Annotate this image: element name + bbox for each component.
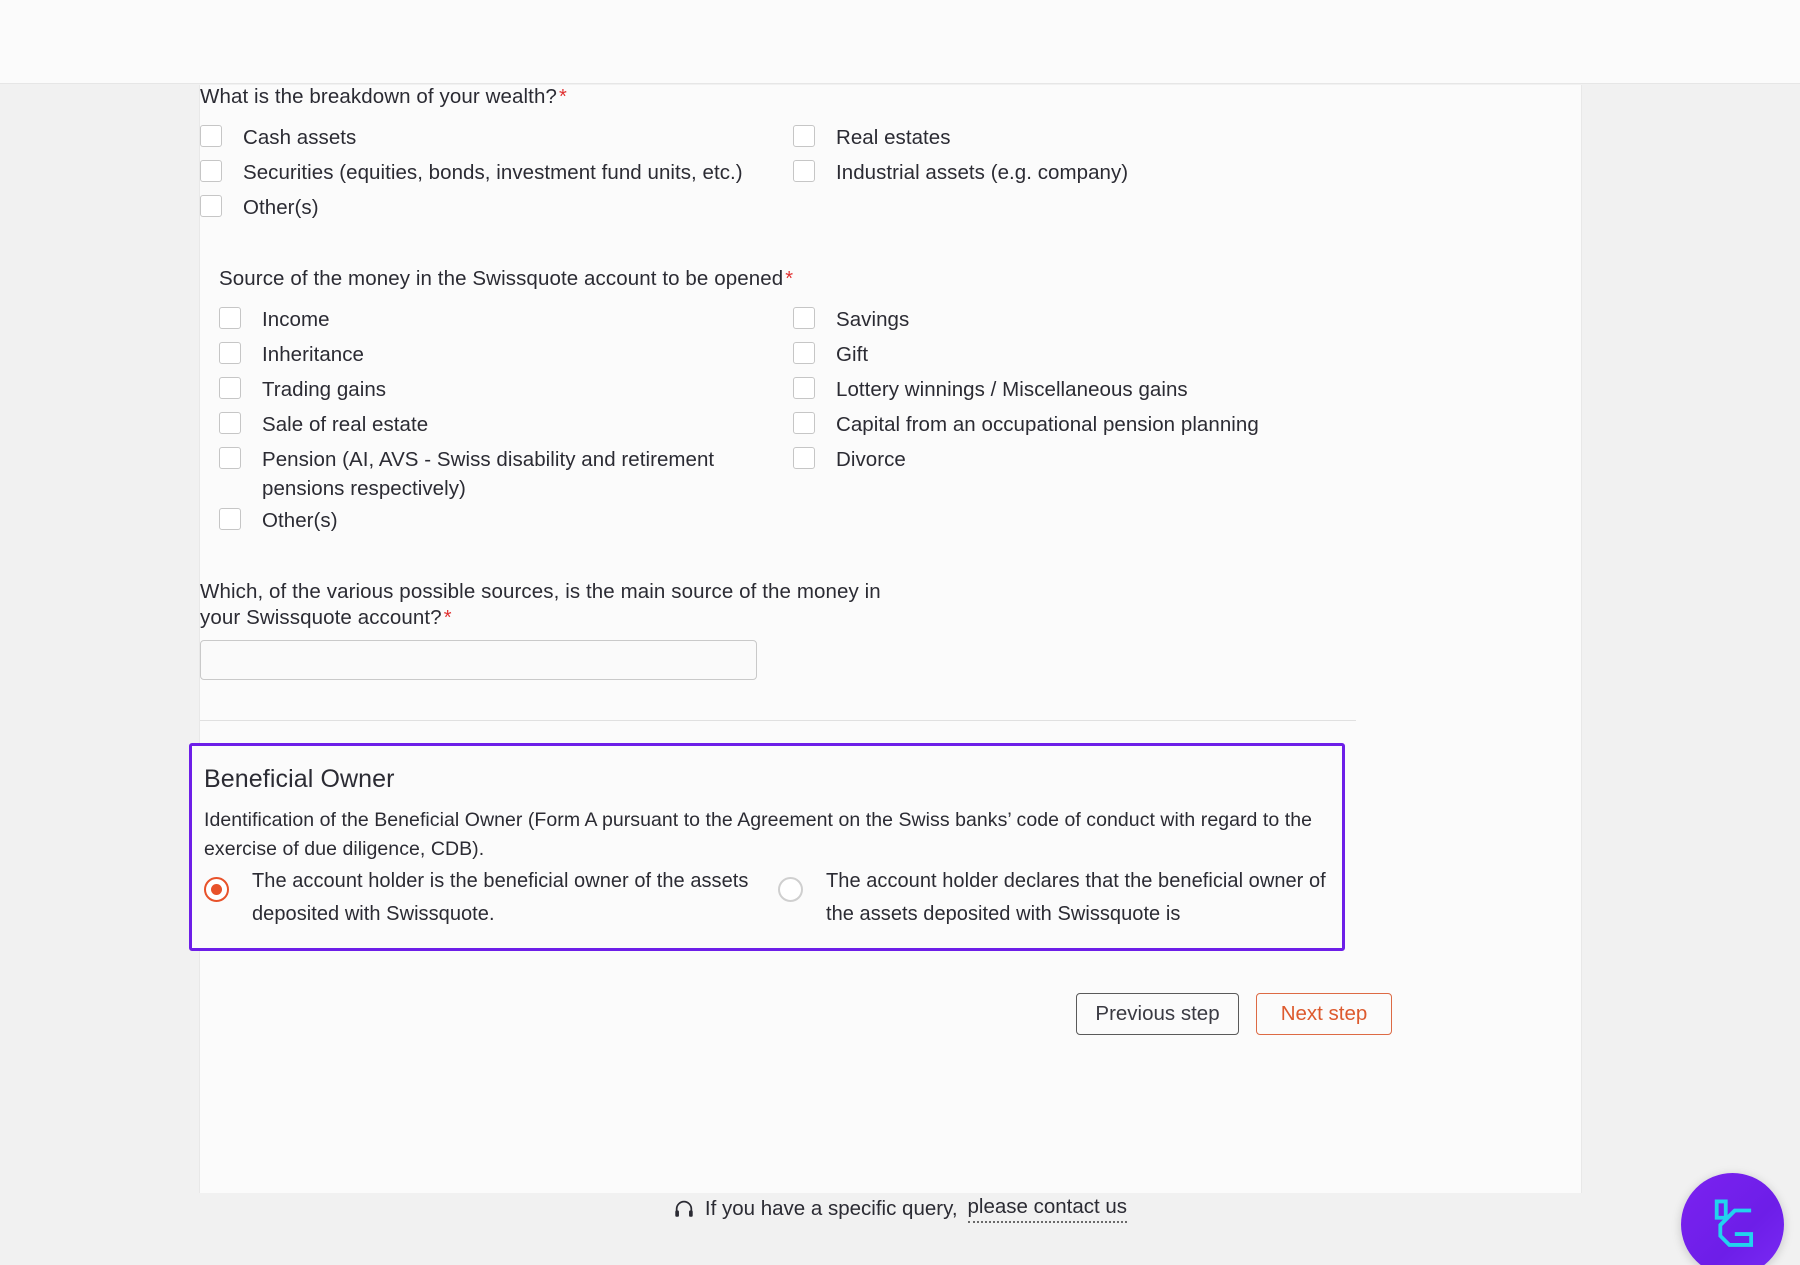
radio-label: The account holder declares that the ben…	[826, 865, 1328, 931]
wealth-question-label: What is the breakdown of your wealth? *	[200, 85, 567, 109]
wealth-question-text: What is the breakdown of your wealth?	[200, 85, 557, 108]
checkbox-label: Gift	[836, 343, 869, 366]
main-source-question-text-line1: Which, of the various possible sources, …	[200, 580, 881, 603]
radio-button[interactable]	[778, 877, 803, 902]
checkbox-box[interactable]	[793, 307, 815, 329]
footer: If you have a specific query, please con…	[0, 1195, 1800, 1223]
checkbox-box[interactable]	[793, 447, 815, 469]
checkbox-sale-of-real-estate[interactable]: Sale of real estate	[219, 410, 428, 439]
radio-label-line1: The account holder is the beneficial own…	[252, 870, 749, 925]
main-source-question-text-line2: your Swissquote account?	[200, 606, 442, 629]
required-asterisk: *	[785, 268, 794, 290]
previous-step-label: Previous step	[1095, 1002, 1220, 1025]
main-source-question-line2: your Swissquote account? *	[200, 606, 452, 630]
headset-icon	[673, 1198, 695, 1220]
checkbox-box[interactable]	[200, 160, 222, 182]
radio-account-holder-declares-other-beneficial-owner[interactable]: The account holder declares that the ben…	[778, 865, 1328, 931]
required-asterisk: *	[558, 86, 567, 108]
radio-label: The account holder is the beneficial own…	[252, 865, 764, 931]
checkbox-occupational-pension-capital[interactable]: Capital from an occupational pension pla…	[793, 410, 1259, 439]
next-step-button[interactable]: Next step	[1256, 993, 1392, 1035]
beneficial-owner-description-line2: diligence, CDB).	[342, 838, 485, 860]
checkbox-label: Lottery winnings / Miscellaneous gains	[836, 378, 1188, 401]
checkbox-savings[interactable]: Savings	[793, 305, 909, 334]
checkbox-box[interactable]	[219, 377, 241, 399]
checkbox-box[interactable]	[793, 412, 815, 434]
checkbox-label: Cash assets	[243, 126, 357, 149]
checkbox-industrial-assets[interactable]: Industrial assets (e.g. company)	[793, 158, 1128, 187]
checkbox-label: Industrial assets (e.g. company)	[836, 161, 1129, 184]
checkbox-source-others[interactable]: Other(s)	[219, 506, 338, 535]
checkbox-gift[interactable]: Gift	[793, 340, 868, 369]
main-source-input[interactable]	[200, 640, 757, 680]
checkbox-securities[interactable]: Securities (equities, bonds, investment …	[200, 158, 743, 187]
checkbox-trading-gains[interactable]: Trading gains	[219, 375, 386, 404]
checkbox-box[interactable]	[793, 342, 815, 364]
previous-step-button[interactable]: Previous step	[1076, 993, 1239, 1035]
required-asterisk: *	[443, 607, 452, 629]
source-question-label: Source of the money in the Swissquote ac…	[219, 267, 793, 291]
radio-account-holder-is-beneficial-owner[interactable]: The account holder is the beneficial own…	[204, 865, 764, 931]
checkbox-label: Sale of real estate	[262, 413, 429, 436]
main-source-question-line1: Which, of the various possible sources, …	[200, 580, 881, 604]
form-card: What is the breakdown of your wealth? * C…	[189, 85, 1582, 1193]
checkbox-label: Capital from an occupational pension pla…	[836, 413, 1259, 436]
source-question-text: Source of the money in the Swissquote ac…	[219, 267, 784, 290]
checkbox-income[interactable]: Income	[219, 305, 330, 334]
checkbox-divorce[interactable]: Divorce	[793, 445, 906, 474]
contact-us-link[interactable]: please contact us	[967, 1195, 1128, 1223]
checkbox-real-estates[interactable]: Real estates	[793, 123, 951, 152]
checkbox-pension[interactable]: Pension (AI, AVS - Swiss disability and …	[219, 445, 729, 503]
checkbox-box[interactable]	[793, 125, 815, 147]
checkbox-box[interactable]	[793, 377, 815, 399]
checkbox-lottery-winnings[interactable]: Lottery winnings / Miscellaneous gains	[793, 375, 1188, 404]
checkbox-box[interactable]	[793, 160, 815, 182]
app-root: What is the breakdown of your wealth? * C…	[0, 0, 1800, 1265]
checkbox-cash-assets[interactable]: Cash assets	[200, 123, 356, 152]
footer-text: If you have a specific query,	[704, 1197, 958, 1220]
checkbox-label: Other(s)	[262, 509, 338, 532]
page-background: What is the breakdown of your wealth? * C…	[0, 85, 1800, 1265]
checkbox-label: Inheritance	[262, 343, 364, 366]
checkbox-box[interactable]	[219, 447, 241, 469]
top-browser-strip	[0, 0, 1800, 84]
checkbox-box[interactable]	[219, 342, 241, 364]
checkbox-label: Savings	[836, 308, 910, 331]
checkbox-label: Trading gains	[262, 378, 387, 401]
checkbox-label: Real estates	[836, 126, 951, 149]
brand-logo-icon	[1714, 1199, 1753, 1247]
checkbox-label: Securities (equities, bonds, investment …	[243, 161, 743, 184]
next-step-label: Next step	[1280, 1002, 1368, 1025]
checkbox-box[interactable]	[200, 195, 222, 217]
radio-label-line2: with Swissquote.	[344, 903, 495, 925]
checkbox-label: Divorce	[836, 448, 906, 471]
checkbox-box[interactable]	[219, 412, 241, 434]
radio-label-line2: deposited with Swissquote is	[923, 903, 1181, 925]
beneficial-owner-panel: Beneficial Owner Identification of the B…	[189, 743, 1345, 951]
checkbox-label: Pension (AI, AVS - Swiss disability and …	[262, 448, 715, 500]
checkbox-label: Other(s)	[243, 196, 319, 219]
beneficial-owner-description: Identification of the Beneficial Owner (…	[204, 806, 1319, 864]
checkbox-box[interactable]	[219, 508, 241, 530]
beneficial-owner-title: Beneficial Owner	[204, 765, 395, 793]
checkbox-wealth-others[interactable]: Other(s)	[200, 193, 319, 222]
brand-fab-button[interactable]	[1681, 1173, 1784, 1265]
checkbox-box[interactable]	[200, 125, 222, 147]
section-divider	[200, 720, 1356, 721]
checkbox-inheritance[interactable]: Inheritance	[219, 340, 364, 369]
radio-button[interactable]	[204, 877, 229, 902]
checkbox-box[interactable]	[219, 307, 241, 329]
checkbox-label: Income	[262, 308, 330, 331]
